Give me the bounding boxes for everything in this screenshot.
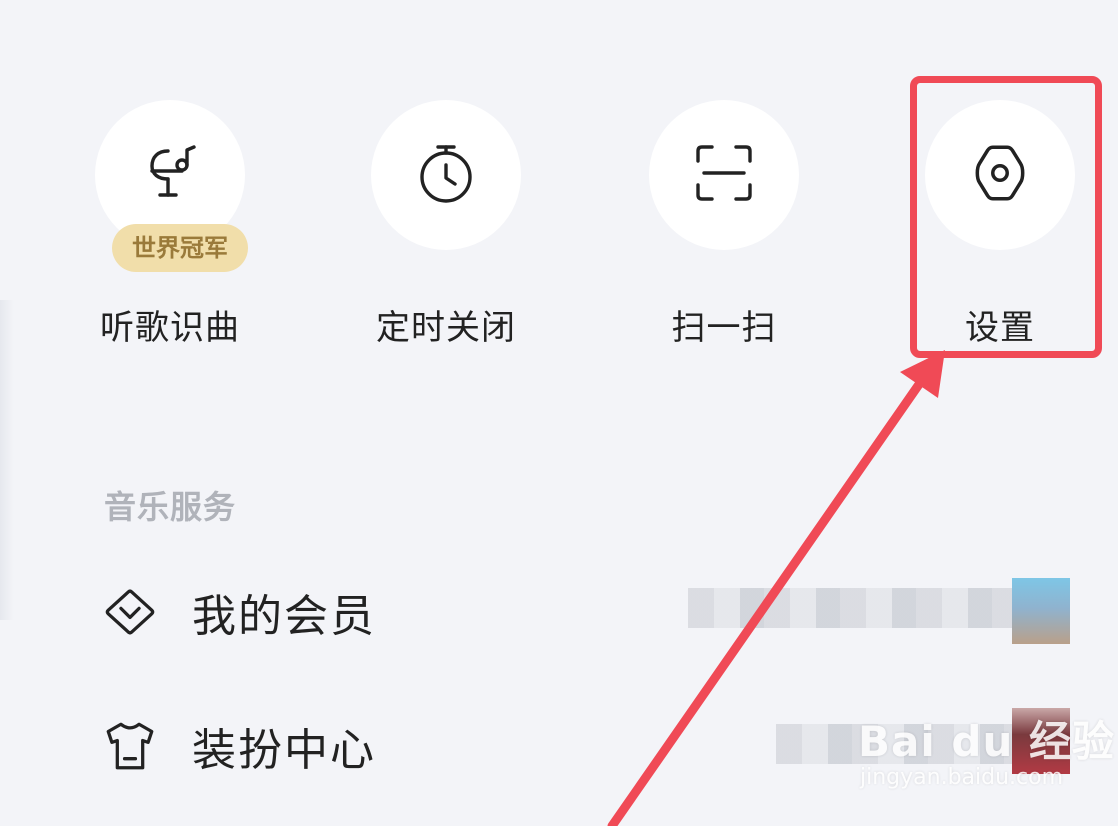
settings-highlight-box bbox=[910, 76, 1102, 358]
scan-icon bbox=[692, 141, 756, 209]
scan-label: 扫一扫 bbox=[671, 308, 777, 348]
quick-action-scan[interactable]: 扫一扫 bbox=[634, 100, 814, 349]
dressup-center-label: 装扮中心 bbox=[192, 725, 376, 776]
quick-action-timer[interactable]: 定时关闭 bbox=[356, 100, 536, 349]
diamond-icon bbox=[100, 582, 160, 642]
left-edge-shadow bbox=[0, 300, 14, 620]
timer-icon bbox=[414, 141, 478, 209]
song-recognition-icon bbox=[138, 141, 202, 209]
membership-status-text-blurred bbox=[688, 588, 1012, 628]
membership-label: 我的会员 bbox=[192, 591, 376, 642]
tshirt-icon bbox=[100, 716, 160, 776]
quick-action-song-recognition[interactable]: 世界冠军 听歌识曲 bbox=[80, 100, 260, 349]
scan-circle[interactable] bbox=[649, 100, 799, 250]
music-services-title: 音乐服务 bbox=[104, 488, 237, 526]
badge-world-champion: 世界冠军 bbox=[112, 224, 248, 272]
menu-page: 世界冠军 听歌识曲 定时关闭 扫一扫 设置 音乐服务 我的会员 装扮中心 Bai… bbox=[0, 0, 1118, 826]
baidu-jingyan-watermark: Bai du 经验 jingyan.baidu.com bbox=[858, 708, 1115, 790]
membership-avatar-blurred bbox=[1012, 578, 1070, 644]
watermark-brand: Bai du 经验 bbox=[858, 717, 1115, 766]
timer-label: 定时关闭 bbox=[376, 308, 516, 348]
timer-circle[interactable] bbox=[371, 100, 521, 250]
song-recognition-label: 听歌识曲 bbox=[100, 308, 240, 348]
